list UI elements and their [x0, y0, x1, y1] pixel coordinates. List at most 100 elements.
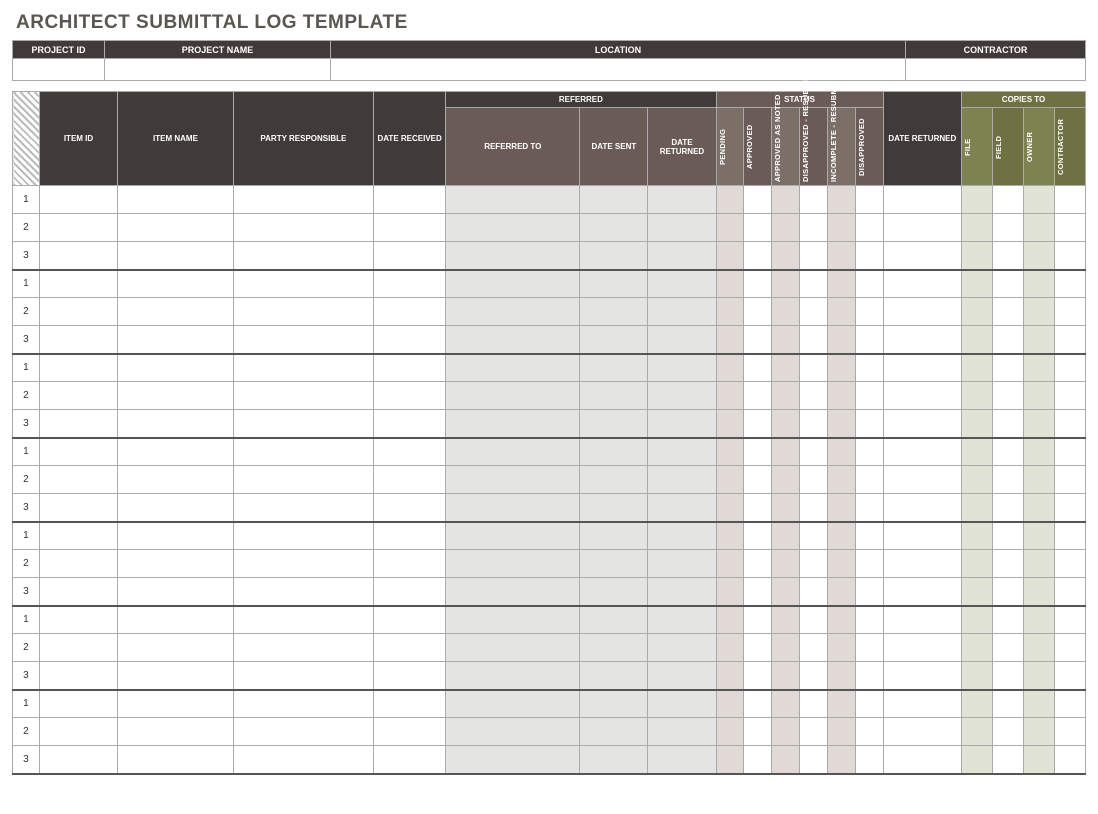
cell[interactable]: [39, 270, 117, 298]
cell[interactable]: [446, 746, 580, 774]
cell[interactable]: [648, 466, 716, 494]
cell[interactable]: [446, 186, 580, 214]
cell[interactable]: [992, 718, 1023, 746]
cell[interactable]: [772, 298, 800, 326]
cell[interactable]: [883, 354, 961, 382]
cell[interactable]: [118, 382, 234, 410]
cell[interactable]: [374, 522, 446, 550]
cell[interactable]: [800, 578, 828, 606]
cell[interactable]: [800, 746, 828, 774]
cell[interactable]: [1023, 662, 1054, 690]
cell[interactable]: [648, 270, 716, 298]
cell[interactable]: [992, 214, 1023, 242]
cell[interactable]: [716, 690, 744, 718]
cell[interactable]: [744, 298, 772, 326]
cell[interactable]: [648, 578, 716, 606]
cell[interactable]: [883, 522, 961, 550]
cell[interactable]: [855, 326, 883, 354]
cell[interactable]: [1054, 242, 1085, 270]
cell[interactable]: [233, 298, 373, 326]
cell[interactable]: [1054, 662, 1085, 690]
cell[interactable]: [233, 634, 373, 662]
cell[interactable]: [855, 298, 883, 326]
cell[interactable]: [962, 186, 993, 214]
cell[interactable]: [827, 578, 855, 606]
cell[interactable]: [580, 410, 648, 438]
cell[interactable]: [992, 242, 1023, 270]
cell[interactable]: [1054, 578, 1085, 606]
cell[interactable]: [1023, 298, 1054, 326]
cell[interactable]: [800, 298, 828, 326]
cell[interactable]: [648, 606, 716, 634]
cell[interactable]: [648, 690, 716, 718]
cell[interactable]: [962, 410, 993, 438]
cell[interactable]: [1023, 186, 1054, 214]
cell[interactable]: [992, 382, 1023, 410]
cell[interactable]: [883, 634, 961, 662]
cell[interactable]: [800, 410, 828, 438]
cell[interactable]: [39, 690, 117, 718]
cell[interactable]: [580, 214, 648, 242]
cell[interactable]: [233, 326, 373, 354]
cell[interactable]: [827, 438, 855, 466]
cell[interactable]: [233, 186, 373, 214]
cell[interactable]: [39, 634, 117, 662]
cell[interactable]: [580, 270, 648, 298]
cell[interactable]: [1054, 438, 1085, 466]
cell[interactable]: [800, 270, 828, 298]
cell[interactable]: [772, 270, 800, 298]
cell[interactable]: [118, 606, 234, 634]
cell[interactable]: [648, 746, 716, 774]
cell[interactable]: [772, 746, 800, 774]
cell[interactable]: [772, 662, 800, 690]
cell[interactable]: [883, 298, 961, 326]
cell[interactable]: [118, 242, 234, 270]
cell[interactable]: [446, 410, 580, 438]
cell[interactable]: [446, 690, 580, 718]
cell[interactable]: [855, 438, 883, 466]
cell[interactable]: [39, 438, 117, 466]
cell[interactable]: [827, 634, 855, 662]
cell[interactable]: [800, 606, 828, 634]
cell[interactable]: [855, 522, 883, 550]
cell[interactable]: [962, 690, 993, 718]
cell[interactable]: [1054, 550, 1085, 578]
cell[interactable]: [772, 522, 800, 550]
cell[interactable]: [1054, 298, 1085, 326]
cell[interactable]: [580, 242, 648, 270]
cell[interactable]: [374, 410, 446, 438]
cell[interactable]: [744, 186, 772, 214]
cell[interactable]: [118, 438, 234, 466]
cell[interactable]: [827, 550, 855, 578]
cell[interactable]: [772, 214, 800, 242]
cell[interactable]: [827, 270, 855, 298]
cell[interactable]: [39, 242, 117, 270]
cell[interactable]: [446, 550, 580, 578]
cell[interactable]: [1054, 410, 1085, 438]
cell[interactable]: [716, 718, 744, 746]
cell[interactable]: [374, 662, 446, 690]
cell[interactable]: [446, 214, 580, 242]
cell[interactable]: [1023, 410, 1054, 438]
cell[interactable]: [800, 662, 828, 690]
cell[interactable]: [992, 410, 1023, 438]
cell[interactable]: [233, 746, 373, 774]
cell[interactable]: [962, 550, 993, 578]
cell[interactable]: [855, 718, 883, 746]
cell[interactable]: [855, 662, 883, 690]
cell[interactable]: [772, 634, 800, 662]
cell[interactable]: [962, 382, 993, 410]
cell[interactable]: [800, 438, 828, 466]
cell[interactable]: [962, 662, 993, 690]
cell[interactable]: [39, 466, 117, 494]
cell[interactable]: [800, 242, 828, 270]
cell[interactable]: [800, 382, 828, 410]
cell[interactable]: [855, 578, 883, 606]
cell[interactable]: [962, 578, 993, 606]
cell[interactable]: [446, 662, 580, 690]
cell[interactable]: [1023, 270, 1054, 298]
cell[interactable]: [374, 438, 446, 466]
cell[interactable]: [992, 662, 1023, 690]
cell[interactable]: [744, 382, 772, 410]
cell[interactable]: [580, 326, 648, 354]
